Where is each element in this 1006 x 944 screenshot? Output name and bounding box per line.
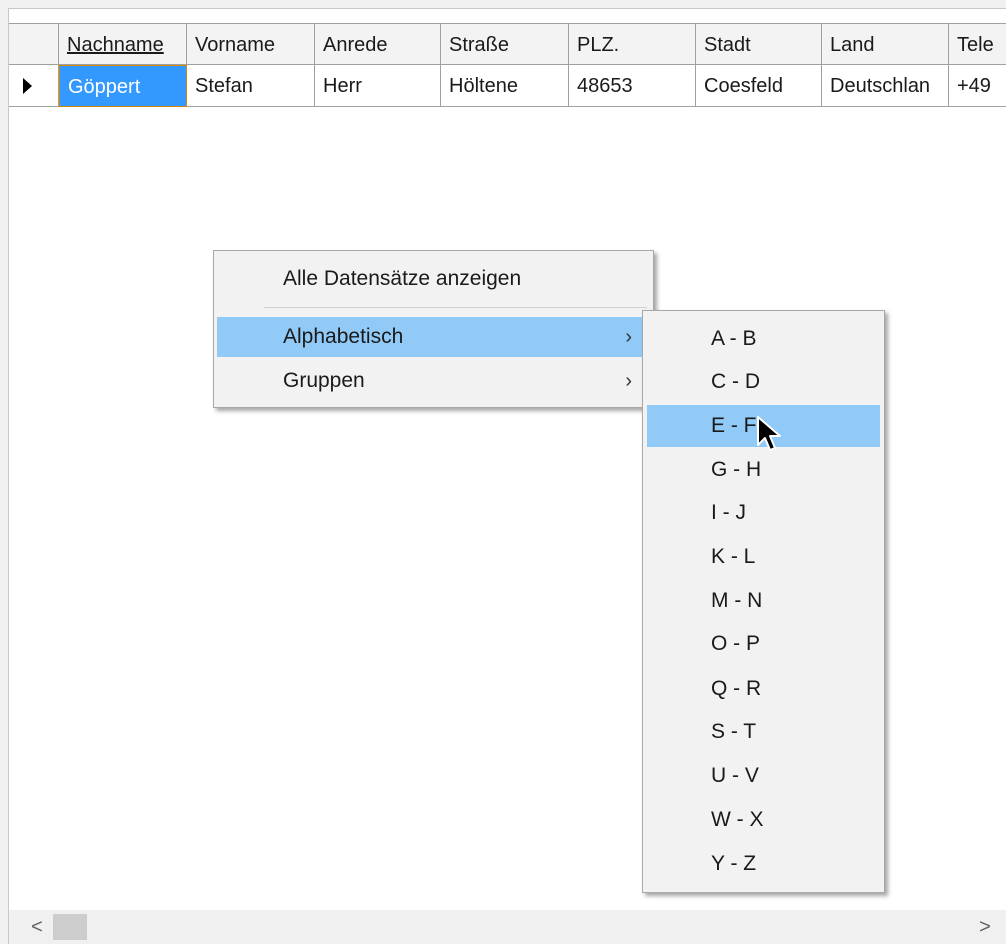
cell-nachname[interactable]: Göppert — [59, 65, 187, 107]
menu-item-groups[interactable]: Gruppen › — [217, 361, 650, 401]
cell-strasse[interactable]: Höltene — [441, 65, 569, 107]
scroll-right-button[interactable]: > — [967, 910, 1003, 944]
submenu-item-o-p[interactable]: O - P — [647, 626, 880, 662]
cell-vorname[interactable]: Stefan — [187, 65, 315, 107]
column-header-plz[interactable]: PLZ. — [569, 23, 696, 65]
submenu-item-m-n[interactable]: M - N — [647, 583, 880, 619]
cell-telefon[interactable]: +49 — [949, 65, 1006, 107]
cell-anrede[interactable]: Herr — [315, 65, 441, 107]
submenu-item-w-x[interactable]: W - X — [647, 802, 880, 838]
column-header-stadt[interactable]: Stadt — [696, 23, 822, 65]
submenu-item-i-j[interactable]: I - J — [647, 495, 880, 531]
alphabetical-submenu: A - B C - D E - F G - H I - J K - L M - … — [642, 310, 885, 893]
menu-separator — [264, 307, 647, 308]
column-header-vorname[interactable]: Vorname — [187, 23, 315, 65]
submenu-item-g-h[interactable]: G - H — [647, 452, 880, 488]
scroll-left-button[interactable]: < — [19, 910, 55, 944]
cell-plz[interactable]: 48653 — [569, 65, 696, 107]
submenu-item-k-l[interactable]: K - L — [647, 539, 880, 575]
header-corner[interactable] — [9, 23, 59, 65]
grid-header-row: Nachname Vorname Anrede Straße PLZ. Stad… — [9, 23, 1006, 65]
submenu-item-u-v[interactable]: U - V — [647, 758, 880, 794]
context-menu: Alle Datensätze anzeigen Alphabetisch › … — [213, 250, 654, 408]
table-row[interactable]: Göppert Stefan Herr Höltene 48653 Coesfe… — [9, 65, 1006, 107]
cell-stadt[interactable]: Coesfeld — [696, 65, 822, 107]
column-header-telefon[interactable]: Tele — [949, 23, 1006, 65]
menu-item-show-all[interactable]: Alle Datensätze anzeigen — [217, 259, 650, 299]
submenu-item-s-t[interactable]: S - T — [647, 714, 880, 750]
scroll-thumb[interactable] — [53, 914, 87, 940]
row-header[interactable] — [9, 65, 59, 107]
submenu-item-y-z[interactable]: Y - Z — [647, 846, 880, 882]
column-header-nachname[interactable]: Nachname — [59, 23, 187, 65]
mouse-arrow-icon — [757, 416, 781, 451]
submenu-item-q-r[interactable]: Q - R — [647, 671, 880, 707]
chevron-right-icon: › — [625, 326, 632, 348]
column-header-land[interactable]: Land — [822, 23, 949, 65]
column-header-anrede[interactable]: Anrede — [315, 23, 441, 65]
menu-item-alphabetical[interactable]: Alphabetisch › — [217, 317, 650, 357]
row-pointer-icon — [23, 78, 32, 94]
cell-land[interactable]: Deutschlan — [822, 65, 949, 107]
column-header-strasse[interactable]: Straße — [441, 23, 569, 65]
horizontal-scrollbar[interactable]: < > — [9, 910, 1006, 944]
submenu-item-a-b[interactable]: A - B — [647, 321, 880, 357]
submenu-item-c-d[interactable]: C - D — [647, 364, 880, 400]
chevron-right-icon: › — [625, 370, 632, 392]
